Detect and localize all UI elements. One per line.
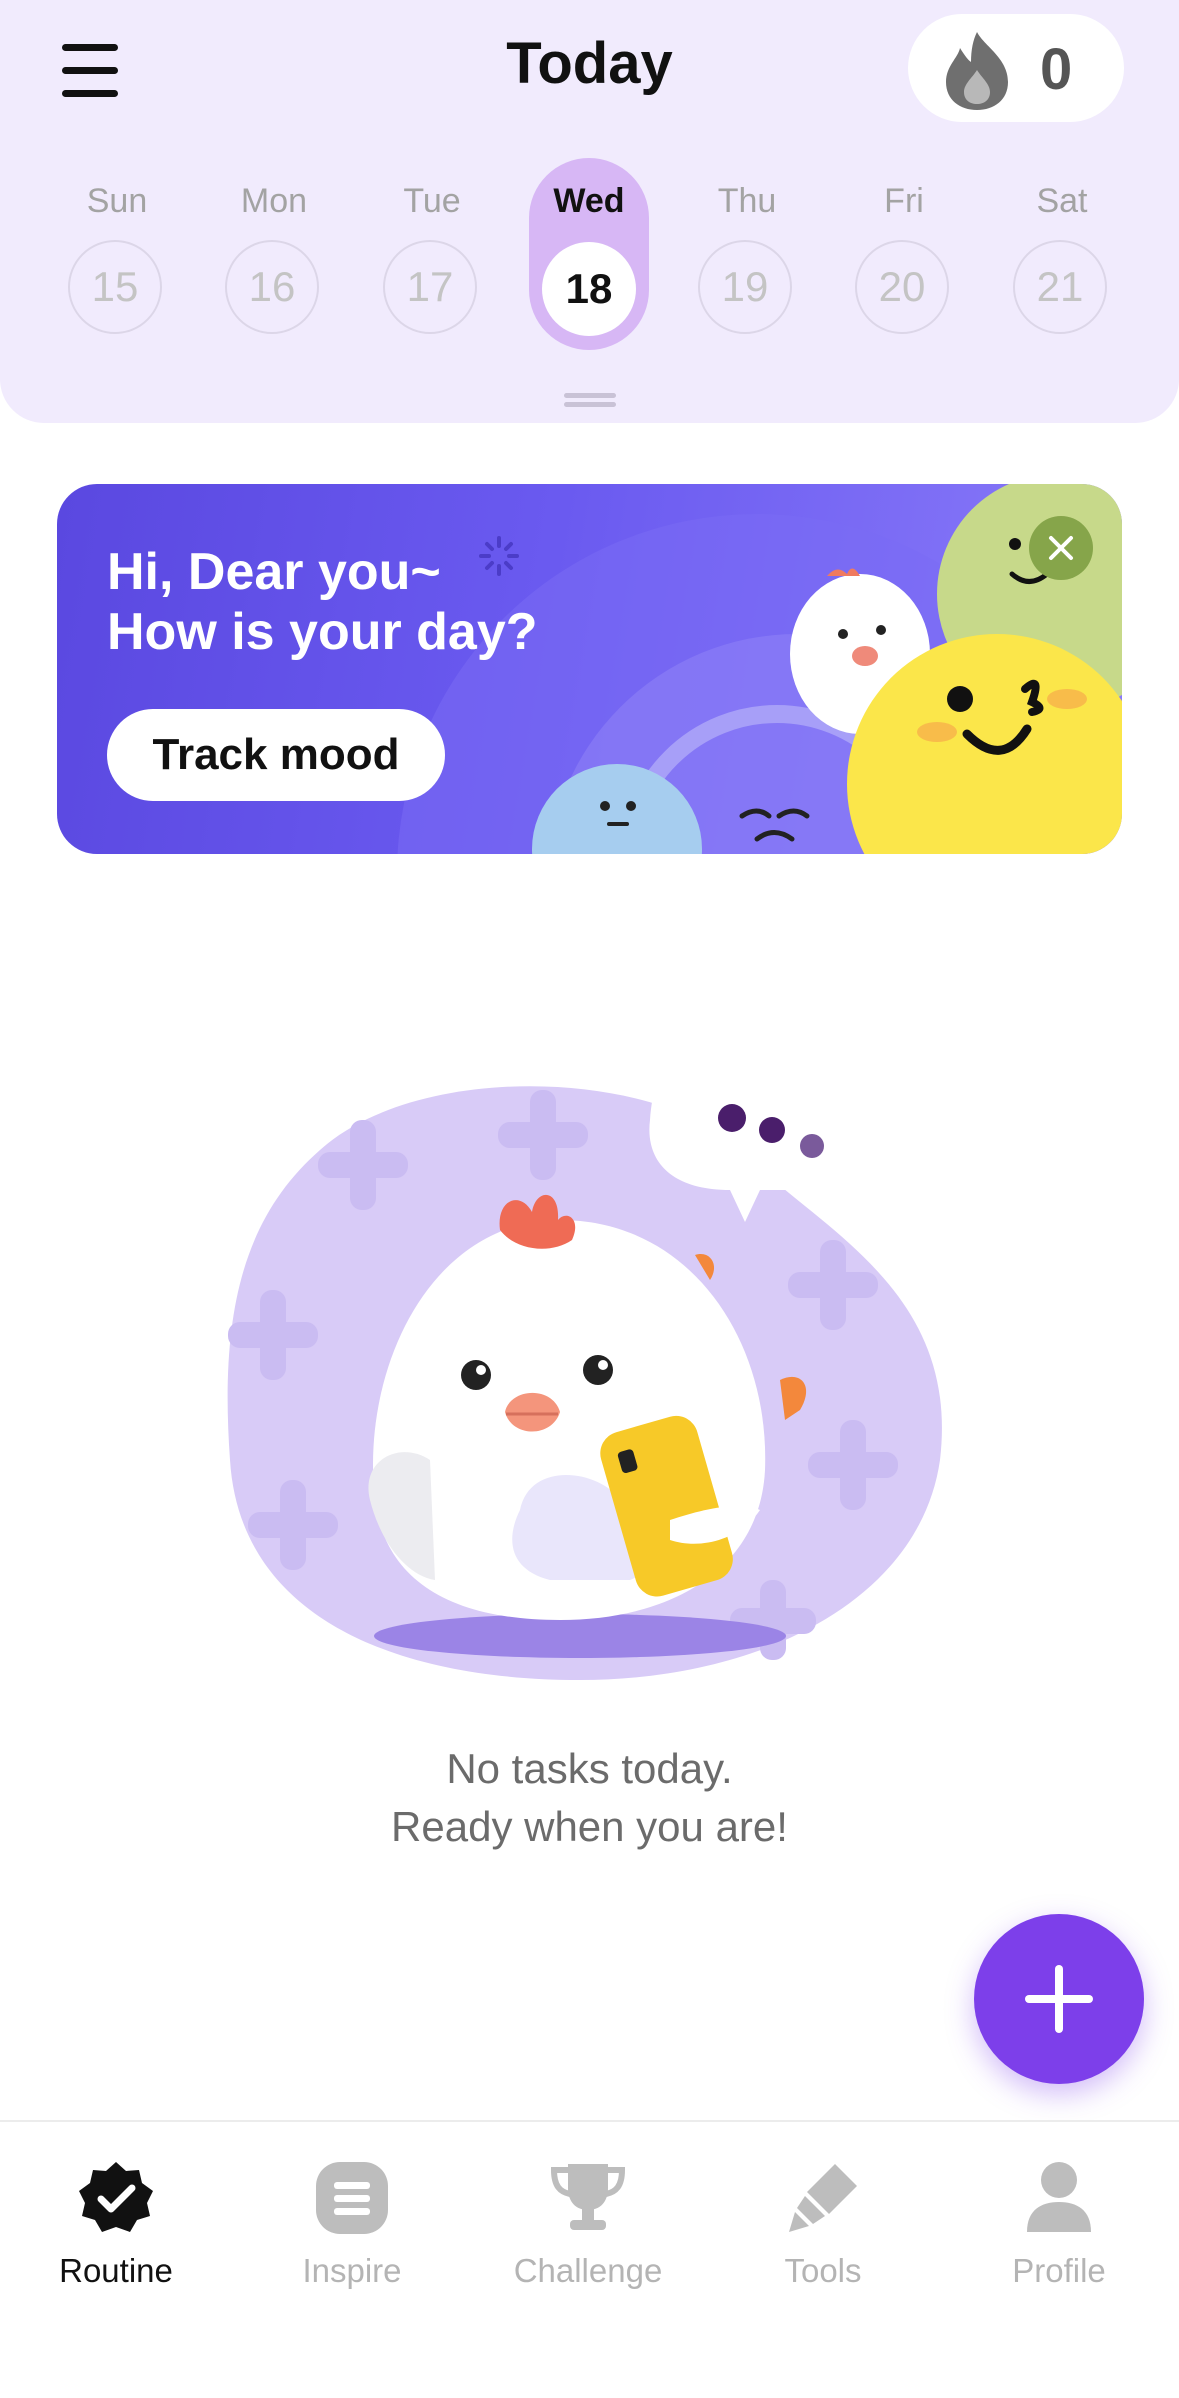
empty-state-chicken-illustration [227,1044,942,1680]
week-strip: Sun 15 Mon 16 Tue 17 Wed 18 Thu 19 Fri 2… [0,150,1179,360]
day-fri[interactable]: Fri 20 [844,150,964,350]
streak-badge[interactable]: 0 [908,14,1124,122]
tab-label: Profile [1012,2252,1106,2289]
day-number: 20 [855,240,949,334]
tab-challenge[interactable]: Challenge [488,2152,688,2302]
tab-profile[interactable]: Profile [959,2152,1159,2302]
day-number: 21 [1013,240,1107,334]
day-name: Thu [717,182,777,220]
banner-greeting: Hi, Dear you~ How is your day? [107,542,538,662]
tab-label: Challenge [513,2252,663,2289]
plus-icon [1025,1965,1093,2033]
day-number: 15 [68,240,162,334]
check-badge-icon [79,2162,153,2232]
day-name: Fri [884,182,924,220]
tab-inspire[interactable]: Inspire [252,2152,452,2302]
drag-handle[interactable] [564,393,616,407]
tab-label: Tools [784,2252,862,2289]
day-name: Sun [86,182,148,220]
day-name: Wed [553,182,625,220]
day-mon[interactable]: Mon 16 [214,150,334,350]
day-sat[interactable]: Sat 21 [1002,150,1122,350]
tab-label: Routine [59,2252,173,2289]
tab-tools[interactable]: Tools [723,2152,923,2302]
day-name: Tue [403,182,461,220]
mood-banner: Hi, Dear you~ How is your day? Track moo… [57,484,1122,854]
empty-state-line-1: No tasks today. [446,1745,733,1792]
greeting-line-1: Hi, Dear you~ [107,543,441,601]
close-banner-button[interactable] [1029,516,1093,580]
day-thu[interactable]: Thu 19 [687,150,807,350]
tab-label: Inspire [302,2252,402,2289]
day-sun[interactable]: Sun 15 [57,150,177,350]
header: Today 0 Sun 15 Mon 16 Tue 17 Wed 18 Thu … [0,0,1179,423]
day-number: 17 [383,240,477,334]
day-number: 19 [698,240,792,334]
pen-tool-icon [789,2164,857,2232]
streak-count: 0 [1040,37,1073,102]
day-wed-selected[interactable]: Wed 18 [529,150,649,350]
day-tue[interactable]: Tue 17 [372,150,492,350]
bottom-tab-bar: Routine Inspire Challenge Tools Profile [0,2120,1179,2398]
day-name: Sat [1036,182,1088,220]
greeting-line-2: How is your day? [107,603,538,661]
person-icon [1027,2162,1091,2232]
tab-routine[interactable]: Routine [16,2152,216,2302]
empty-state-message: No tasks today. Ready when you are! [0,1740,1179,1856]
day-number: 16 [225,240,319,334]
empty-state-line-2: Ready when you are! [391,1803,788,1850]
day-number: 18 [542,242,636,336]
flame-icon [946,32,1008,110]
track-mood-button[interactable]: Track mood [107,709,445,801]
close-icon [1049,536,1073,560]
add-task-button[interactable] [974,1914,1144,2084]
day-name: Mon [240,182,308,220]
list-icon [316,2162,388,2234]
trophy-icon [550,2164,626,2230]
